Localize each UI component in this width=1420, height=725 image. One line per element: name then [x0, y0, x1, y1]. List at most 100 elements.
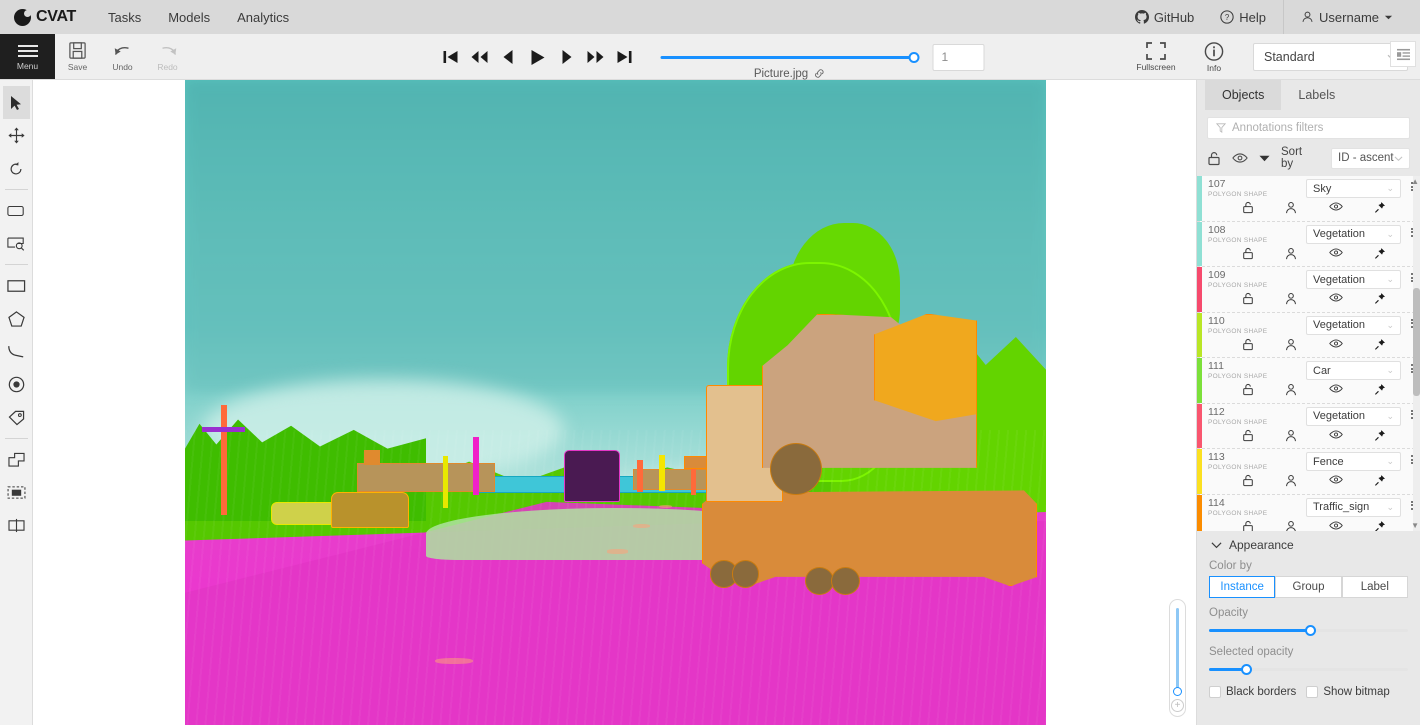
color-by-label-option[interactable]: Label — [1342, 576, 1408, 598]
object-pin-icon[interactable] — [1374, 338, 1386, 351]
fullscreen-button[interactable]: Fullscreen — [1129, 41, 1183, 72]
github-link[interactable]: GitHub — [1122, 10, 1207, 25]
object-person-icon[interactable] — [1285, 247, 1297, 260]
scroll-up-arrow-icon[interactable]: ▲ — [1411, 177, 1419, 186]
object-lock-icon[interactable] — [1242, 292, 1254, 305]
play-button[interactable] — [523, 42, 552, 72]
object-lock-icon[interactable] — [1242, 429, 1254, 442]
object-pin-icon[interactable] — [1374, 520, 1386, 532]
object-pin-icon[interactable] — [1374, 474, 1386, 487]
object-person-icon[interactable] — [1285, 520, 1297, 532]
merge-tool[interactable] — [3, 443, 30, 476]
object-label-select[interactable]: Sky ⌄ — [1306, 179, 1401, 198]
frame-slider[interactable]: Picture.jpg — [661, 56, 919, 59]
lock-all-button[interactable] — [1207, 151, 1221, 166]
object-eye-icon[interactable] — [1329, 292, 1343, 305]
object-label-select[interactable]: Vegetation ⌄ — [1306, 316, 1401, 335]
object-pin-icon[interactable] — [1374, 201, 1386, 214]
show-bitmap-checkbox[interactable]: Show bitmap — [1306, 686, 1389, 698]
annotated-image[interactable] — [185, 80, 1046, 725]
cursor-tool[interactable] — [3, 86, 30, 119]
move-tool[interactable] — [3, 119, 30, 152]
object-person-icon[interactable] — [1285, 383, 1297, 396]
table-row[interactable]: 113 POLYGON SHAPE Fence ⌄ — [1197, 449, 1420, 495]
forward-multiple-frames-button[interactable] — [581, 42, 610, 72]
help-link[interactable]: ? Help — [1207, 10, 1279, 25]
object-label-select[interactable]: Vegetation ⌄ — [1306, 225, 1401, 244]
group-tool[interactable] — [3, 476, 30, 509]
user-menu[interactable]: Username — [1288, 10, 1406, 25]
object-eye-icon[interactable] — [1329, 474, 1343, 487]
canvas-zoom-slider[interactable]: + — [1169, 599, 1186, 717]
info-button[interactable]: Info — [1187, 41, 1241, 73]
opacity-slider[interactable] — [1209, 623, 1408, 637]
table-row[interactable]: 112 POLYGON SHAPE Vegetation ⌄ — [1197, 404, 1420, 450]
object-label-select[interactable]: Traffic_sign ⌄ — [1306, 498, 1401, 517]
frame-slider-knob[interactable] — [909, 52, 920, 63]
object-person-icon[interactable] — [1285, 201, 1297, 214]
object-lock-icon[interactable] — [1242, 201, 1254, 214]
redo-button[interactable]: Redo — [145, 34, 190, 79]
table-row[interactable]: 114 POLYGON SHAPE Traffic_sign ⌄ — [1197, 495, 1420, 532]
object-person-icon[interactable] — [1285, 292, 1297, 305]
object-pin-icon[interactable] — [1374, 429, 1386, 442]
object-person-icon[interactable] — [1285, 474, 1297, 487]
object-lock-icon[interactable] — [1242, 338, 1254, 351]
object-label-select[interactable]: Fence ⌄ — [1306, 452, 1401, 471]
rotate-tool[interactable] — [3, 152, 30, 185]
zoom-in-icon[interactable]: + — [1171, 699, 1184, 712]
undo-button[interactable]: Undo — [100, 34, 145, 79]
zoom-slider-knob[interactable] — [1173, 687, 1182, 696]
selected-opacity-knob[interactable] — [1241, 664, 1252, 675]
object-person-icon[interactable] — [1285, 338, 1297, 351]
table-row[interactable]: 111 POLYGON SHAPE Car ⌄ — [1197, 358, 1420, 404]
previous-frame-button[interactable] — [494, 42, 523, 72]
nav-analytics[interactable]: Analytics — [237, 10, 289, 25]
annotations-filter-input[interactable]: Annotations filters — [1207, 117, 1410, 139]
objects-list-scrollbar[interactable]: ▲ ▼ — [1413, 176, 1420, 531]
object-eye-icon[interactable] — [1329, 383, 1343, 396]
checkbox-box[interactable] — [1209, 686, 1221, 698]
back-multiple-frames-button[interactable] — [465, 42, 494, 72]
selected-opacity-slider[interactable] — [1209, 662, 1408, 676]
object-eye-icon[interactable] — [1329, 429, 1343, 442]
object-eye-icon[interactable] — [1329, 247, 1343, 260]
color-by-instance[interactable]: Instance — [1209, 576, 1275, 598]
scroll-down-arrow-icon[interactable]: ▼ — [1411, 521, 1419, 530]
rectangle-tool[interactable] — [3, 269, 30, 302]
polyline-tool[interactable] — [3, 335, 30, 368]
black-borders-checkbox[interactable]: Black borders — [1209, 686, 1296, 698]
appearance-header[interactable]: Appearance — [1197, 531, 1420, 558]
object-lock-icon[interactable] — [1242, 383, 1254, 396]
link-icon[interactable] — [814, 68, 825, 79]
object-lock-icon[interactable] — [1242, 247, 1254, 260]
checkbox-box[interactable] — [1306, 686, 1318, 698]
points-tool[interactable] — [3, 368, 30, 401]
menu-button[interactable]: Menu — [0, 34, 55, 79]
tag-tool[interactable] — [3, 401, 30, 434]
annotation-canvas[interactable]: + — [33, 80, 1196, 725]
object-eye-icon[interactable] — [1329, 201, 1343, 214]
tab-labels[interactable]: Labels — [1281, 80, 1352, 110]
workspace-select[interactable]: Standard — [1253, 43, 1408, 71]
polygon-tool[interactable] — [3, 302, 30, 335]
table-row[interactable]: 110 POLYGON SHAPE Vegetation ⌄ — [1197, 313, 1420, 359]
last-frame-button[interactable] — [610, 42, 639, 72]
object-label-select[interactable]: Vegetation ⌄ — [1306, 407, 1401, 426]
object-label-select[interactable]: Car ⌄ — [1306, 361, 1401, 380]
objects-list[interactable]: 107 POLYGON SHAPE Sky ⌄ — [1197, 176, 1420, 531]
nav-tasks[interactable]: Tasks — [108, 10, 141, 25]
object-person-icon[interactable] — [1285, 429, 1297, 442]
sidebar-collapse-button[interactable] — [1390, 41, 1416, 67]
objects-list-scroll-thumb[interactable] — [1413, 288, 1420, 396]
object-pin-icon[interactable] — [1374, 292, 1386, 305]
next-frame-button[interactable] — [552, 42, 581, 72]
split-tool[interactable] — [3, 509, 30, 542]
hide-all-button[interactable] — [1232, 152, 1248, 164]
first-frame-button[interactable] — [436, 42, 465, 72]
sort-by-select[interactable]: ID - ascent — [1331, 148, 1410, 169]
nav-models[interactable]: Models — [168, 10, 210, 25]
expand-all-button[interactable] — [1259, 154, 1270, 162]
object-label-select[interactable]: Vegetation ⌄ — [1306, 270, 1401, 289]
object-lock-icon[interactable] — [1242, 520, 1254, 532]
